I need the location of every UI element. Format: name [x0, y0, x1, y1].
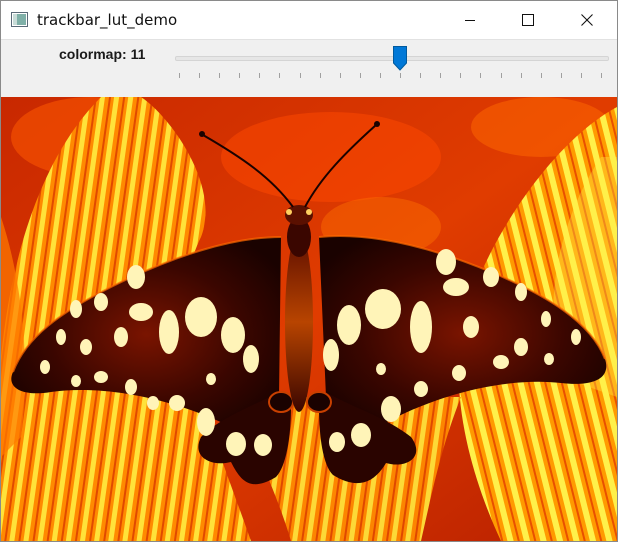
close-icon: [581, 14, 593, 26]
trackbar-tick: [540, 73, 542, 78]
trackbar-thumb[interactable]: [393, 46, 408, 71]
trackbar-tick: [601, 73, 602, 78]
title-bar[interactable]: trackbar_lut_demo: [1, 1, 617, 39]
minimize-button[interactable]: [441, 1, 499, 39]
trackbar-tick: [299, 73, 301, 78]
colormapped-butterfly-image: [1, 97, 617, 541]
trackbar-groove[interactable]: [175, 56, 609, 61]
trackbar-ticks: [179, 73, 602, 79]
trackbar-tick: [279, 73, 281, 78]
app-window-icon: [11, 12, 28, 27]
trackbar-tick: [319, 73, 321, 78]
trackbar-tick: [420, 73, 422, 78]
trackbar-tick: [580, 73, 582, 78]
trackbar-tick: [500, 73, 502, 78]
trackbar-tick: [179, 73, 180, 78]
trackbar-tick: [339, 73, 341, 78]
minimize-icon: [464, 14, 476, 26]
app-window: trackbar_lut_demo colormap: 11: [0, 0, 618, 542]
trackbar-tick: [239, 73, 241, 78]
trackbar-panel: colormap: 11: [1, 39, 617, 97]
trackbar-tick: [460, 73, 462, 78]
maximize-icon: [522, 14, 534, 26]
trackbar-tick: [219, 73, 221, 78]
trackbar-tick: [379, 73, 381, 78]
close-button[interactable]: [558, 1, 616, 39]
trackbar-tick: [359, 73, 361, 78]
trackbar-label: colormap: 11: [59, 46, 146, 62]
trackbar-tick: [520, 73, 522, 78]
trackbar-tick: [400, 73, 402, 78]
image-display: [1, 97, 617, 541]
trackbar-tick: [480, 73, 482, 78]
trackbar-tick: [259, 73, 261, 78]
trackbar-tick: [199, 73, 201, 78]
window-title: trackbar_lut_demo: [37, 11, 178, 29]
trackbar-tick: [560, 73, 562, 78]
trackbar-tick: [440, 73, 442, 78]
maximize-button[interactable]: [499, 1, 557, 39]
